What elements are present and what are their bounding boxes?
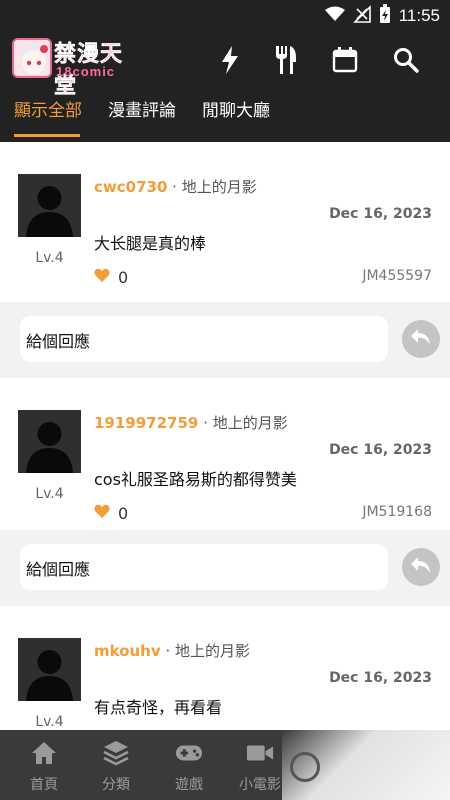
user-level: Lv.4 [35,486,64,502]
app-logo[interactable]: 禁漫天堂 18comic [12,38,138,98]
comment-header: 1919972759 · 地上的月影 [94,412,288,433]
reply-button[interactable] [402,320,440,358]
like-count: 0 [118,268,129,287]
reply-button[interactable] [402,548,440,586]
separator: · [172,178,177,196]
comment-text: 有点奇怪，再看看 [94,698,223,717]
comment-target[interactable]: 地上的月影 [175,642,250,660]
comic-code[interactable]: JM455597 [362,268,432,284]
comment-date: Dec 16, 2023 [329,206,432,222]
comment-list[interactable]: Lv.4 cwc0730 · 地上的月影 Dec 16, 2023 大长腿是真的… [0,142,450,730]
comment-text: cos礼服圣路易斯的都得赞美 [94,470,297,489]
tab-all[interactable]: 顯示全部 [14,96,82,121]
comment-header: mkouhv · 地上的月影 [94,640,250,661]
heart-icon [94,268,110,287]
status-bar: 11:55 [0,0,450,32]
reply-input[interactable]: 給個回應 [20,544,388,590]
tab-bar: 顯示全部 漫畫評論 閒聊大廳 [0,94,450,142]
nav-label: 遊戲 [175,777,203,793]
layers-icon [102,740,130,766]
signal-icon [352,5,371,27]
username[interactable]: mkouhv [94,642,161,660]
reply-arrow-icon [410,556,432,578]
username[interactable]: 1919972759 [94,414,198,432]
search-icon[interactable] [390,44,422,76]
avatar[interactable] [18,410,81,473]
reply-input[interactable]: 給個回應 [20,316,388,362]
nav-label: 分類 [102,777,130,793]
user-level: Lv.4 [35,250,64,266]
username[interactable]: cwc0730 [94,178,167,196]
tab-active-indicator [14,134,80,137]
comment-target[interactable]: 地上的月影 [182,178,257,196]
battery-icon [379,4,391,28]
wifi-icon [324,6,345,26]
nav-games[interactable]: 遊戲 [153,730,225,800]
nav-home[interactable]: 首頁 [8,730,80,800]
nav-label: 首頁 [30,777,58,793]
fork-knife-icon[interactable] [270,44,302,76]
video-icon [246,740,274,766]
like-button[interactable]: 0 [94,268,128,287]
heart-icon [94,504,110,523]
status-time: 11:55 [398,6,440,25]
avatar[interactable] [18,174,81,237]
nav-categories[interactable]: 分類 [80,730,152,800]
tab-comic-reviews[interactable]: 漫畫評論 [108,96,176,121]
comment-card: Lv.4 mkouhv · 地上的月影 Dec 16, 2023 有点奇怪，再看… [0,606,450,730]
logo-mascot-icon [12,38,52,78]
separator: · [165,642,171,660]
comment-target[interactable]: 地上的月影 [213,414,288,432]
comment-card: Lv.4 1919972759 · 地上的月影 Dec 16, 2023 cos… [0,378,450,538]
comment-card: Lv.4 cwc0730 · 地上的月影 Dec 16, 2023 大长腿是真的… [0,142,450,302]
app-header: 禁漫天堂 18comic 顯示全部 漫畫評論 閒聊大廳 [0,32,450,142]
reply-row: 給個回應 [0,530,450,606]
logo-subtitle: 18comic [56,64,116,79]
comment-text: 大长腿是真的棒 [94,234,207,253]
comment-header: cwc0730 · 地上的月影 [94,176,257,197]
like-button[interactable]: 0 [94,504,128,523]
watermark-logo-icon [290,752,320,782]
gamepad-icon [175,740,203,766]
reply-row: 給個回應 [0,302,450,378]
comment-date: Dec 16, 2023 [329,442,432,458]
lightning-icon[interactable] [214,44,246,76]
like-count: 0 [118,504,129,523]
calendar-icon[interactable] [329,44,361,76]
bottom-nav: 首頁 分類 遊戲 小電影 [0,730,450,800]
user-level: Lv.4 [35,714,64,730]
reply-arrow-icon [410,328,432,350]
home-icon [30,740,58,766]
separator: · [203,414,208,432]
comic-code[interactable]: JM519168 [362,504,432,520]
avatar[interactable] [18,638,81,701]
tab-chat-lobby[interactable]: 閒聊大廳 [202,96,270,121]
comment-date: Dec 16, 2023 [329,670,432,686]
